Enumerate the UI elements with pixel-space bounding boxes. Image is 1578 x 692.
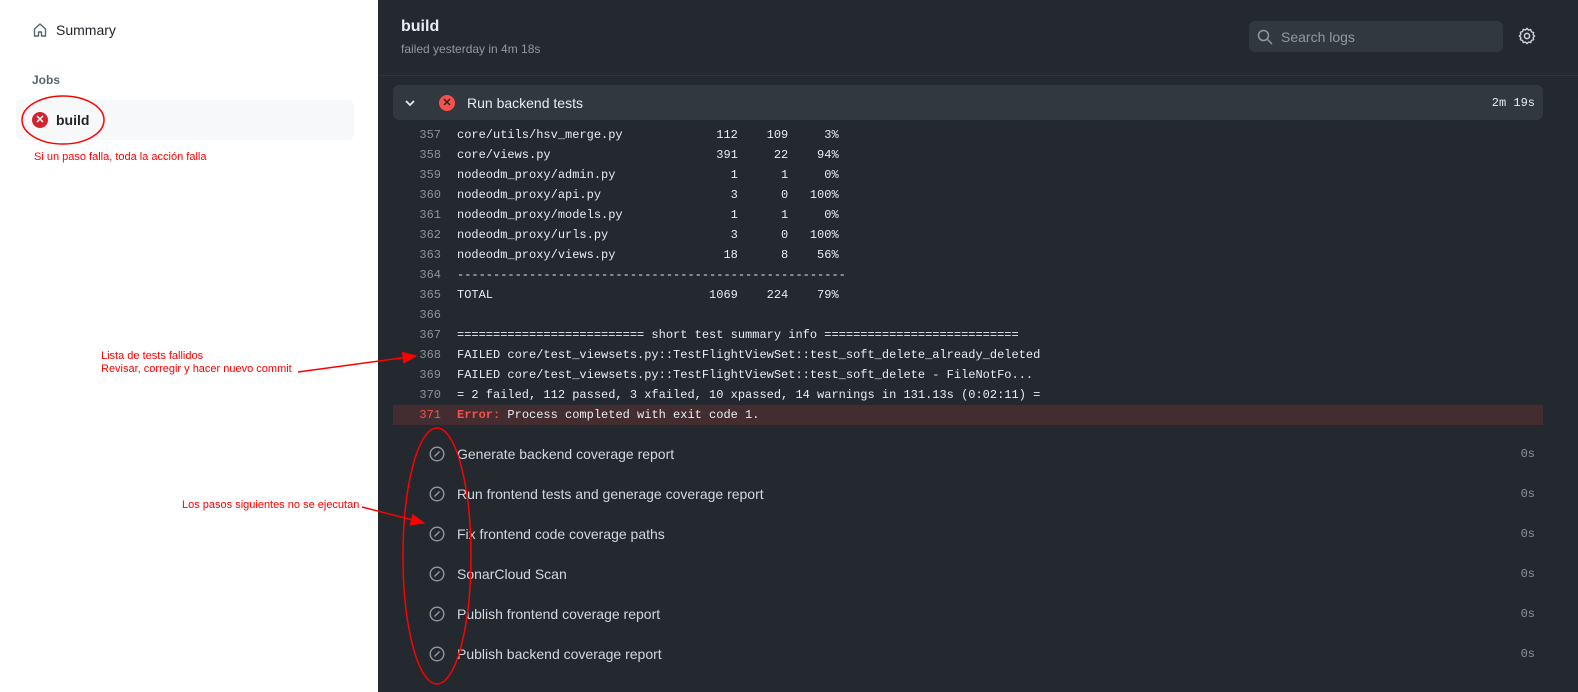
step-duration: 0s [1520,447,1535,461]
skipped-icon [429,606,445,622]
step-name: Fix frontend code coverage paths [457,526,665,542]
line-text: nodeodm_proxy/urls.py 3 0 100% [457,228,839,242]
log-line: 366 [393,305,1543,325]
line-text: ----------------------------------------… [457,268,846,282]
step-skipped[interactable]: Publish frontend coverage report 0s [393,594,1543,634]
step-run-backend-tests[interactable]: ✕ Run backend tests 2m 19s [393,85,1543,120]
annotation-job-note: Si un paso falla, toda la acción falla [34,151,207,163]
line-text: core/utils/hsv_merge.py 112 109 3% [457,128,839,142]
line-text: = 2 failed, 112 passed, 3 xfailed, 10 xp… [457,388,1041,402]
line-number[interactable]: 362 [393,228,441,242]
line-number[interactable]: 358 [393,148,441,162]
log-line: 367 ========================== short test… [393,325,1543,345]
summary-label: Summary [56,22,116,38]
line-number[interactable]: 365 [393,288,441,302]
line-number[interactable]: 361 [393,208,441,222]
line-text: nodeodm_proxy/api.py 3 0 100% [457,188,839,202]
line-number[interactable]: 369 [393,368,441,382]
line-number[interactable]: 359 [393,168,441,182]
step-skipped[interactable]: Publish backend coverage report 0s [393,634,1543,674]
line-number[interactable]: 368 [393,348,441,362]
line-text: nodeodm_proxy/models.py 1 1 0% [457,208,839,222]
log-output: 357 core/utils/hsv_merge.py 112 109 3% 358… [393,125,1543,425]
line-text: FAILED core/test_viewsets.py::TestFlight… [457,368,1034,382]
step-skipped[interactable]: Generate backend coverage report 0s [393,434,1543,474]
page-title: build [401,18,440,35]
line-number[interactable]: 366 [393,308,441,322]
job-build[interactable]: ✕ build [16,100,354,140]
skipped-icon [429,446,445,462]
step-duration: 0s [1520,527,1535,541]
error-message: Process completed with exit code 1. [500,408,760,422]
search-icon [1257,29,1273,45]
line-text: nodeodm_proxy/admin.py 1 1 0% [457,168,839,182]
step-duration: 0s [1520,567,1535,581]
line-text: FAILED core/test_viewsets.py::TestFlight… [457,348,1041,362]
log-line: 365 TOTAL 1069 224 79% [393,285,1543,305]
log-line: 362 nodeodm_proxy/urls.py 3 0 100% [393,225,1543,245]
sidebar: Summary Jobs ✕ build [0,0,378,692]
step-name: Run backend tests [467,94,583,111]
step-name: Publish frontend coverage report [457,606,661,622]
failed-icon: ✕ [32,112,48,128]
job-name: build [56,112,90,128]
skipped-icon [429,526,445,542]
chevron-down-icon[interactable] [403,96,417,110]
gear-icon[interactable] [1518,27,1536,45]
search-input[interactable] [1281,28,1481,45]
line-number[interactable]: 363 [393,248,441,262]
annotation-failed-list: Lista de tests fallidos Revisar, corregi… [101,350,292,376]
home-icon [33,23,47,37]
error-line: 371 Error: Process completed with exit co… [393,405,1543,425]
line-number[interactable]: 357 [393,128,441,142]
line-number[interactable]: 360 [393,188,441,202]
step-duration: 0s [1520,607,1535,621]
log-line: 357 core/utils/hsv_merge.py 112 109 3% [393,125,1543,145]
log-line: 361 nodeodm_proxy/models.py 1 1 0% [393,205,1543,225]
divider [378,75,1578,76]
failed-icon: ✕ [439,94,455,111]
run-status: failed yesterday in 4m 18s [401,42,541,56]
step-duration: 0s [1520,647,1535,661]
skipped-icon [429,486,445,502]
line-text: Error: Process completed with exit code … [457,408,759,422]
annotation-skipped-note: Los pasos siguientes no se ejecutan [182,499,360,511]
line-number[interactable]: 364 [393,268,441,282]
job-log-panel: build failed yesterday in 4m 18s ✕ Run b… [378,0,1578,692]
skipped-icon [429,566,445,582]
step-name: SonarCloud Scan [457,566,567,582]
annotation-line: Revisar, corregir y hacer nuevo commit [101,363,292,375]
log-line: 363 nodeodm_proxy/views.py 18 8 56% [393,245,1543,265]
line-text: ========================== short test su… [457,328,1019,342]
search-logs[interactable] [1249,21,1503,52]
line-number[interactable]: 371 [393,408,441,422]
step-name: Generate backend coverage report [457,446,675,462]
log-line: 358 core/views.py 391 22 94% [393,145,1543,165]
log-line: 364 -------------------------------------… [393,265,1543,285]
line-number[interactable]: 370 [393,388,441,402]
jobs-heading: Jobs [32,73,61,87]
skipped-steps: Generate backend coverage report 0s Run fr… [393,434,1543,674]
sidebar-item-summary[interactable]: Summary [32,22,116,38]
step-duration: 2m 19s [1491,95,1535,110]
log-line: 369 FAILED core/test_viewsets.py::TestFli… [393,365,1543,385]
log-line: 360 nodeodm_proxy/api.py 3 0 100% [393,185,1543,205]
step-skipped[interactable]: Run frontend tests and generage coverage… [393,474,1543,514]
log-line: 370 = 2 failed, 112 passed, 3 xfailed, 10… [393,385,1543,405]
log-line: 359 nodeodm_proxy/admin.py 1 1 0% [393,165,1543,185]
skipped-icon [429,646,445,662]
annotation-line: Lista de tests fallidos [101,350,204,362]
error-prefix: Error: [457,408,501,422]
line-text: TOTAL 1069 224 79% [457,288,839,302]
line-text: nodeodm_proxy/views.py 18 8 56% [457,248,839,262]
line-text: core/views.py 391 22 94% [457,148,839,162]
log-line: 368 FAILED core/test_viewsets.py::TestFli… [393,345,1543,365]
step-name: Run frontend tests and generage coverage… [457,486,764,502]
step-name: Publish backend coverage report [457,646,662,662]
step-duration: 0s [1520,487,1535,501]
line-number[interactable]: 367 [393,328,441,342]
step-skipped[interactable]: Fix frontend code coverage paths 0s [393,514,1543,554]
step-skipped[interactable]: SonarCloud Scan 0s [393,554,1543,594]
